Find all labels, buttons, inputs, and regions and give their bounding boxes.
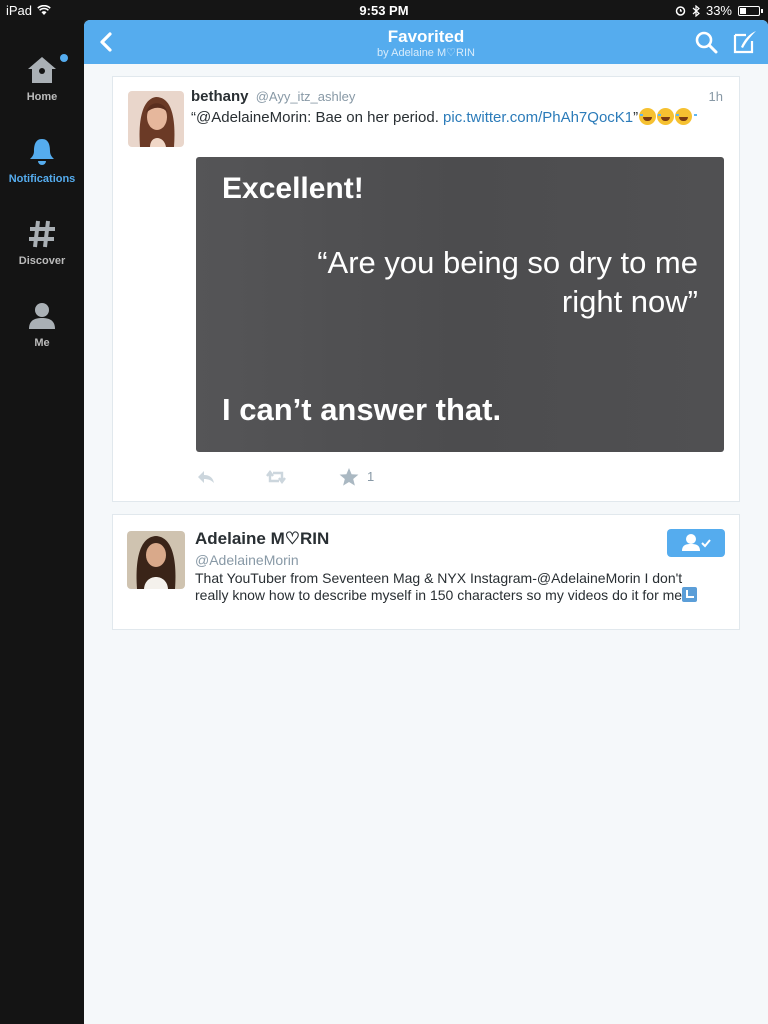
media-text-line: Excellent! [222, 172, 364, 205]
hashtag-icon [29, 220, 55, 248]
laughing-emoji-icon [675, 108, 698, 125]
tweet-timestamp: 1h [708, 89, 723, 104]
tweet-author-handle[interactable]: @Ayy_itz_ashley [256, 89, 356, 104]
media-text-line: “Are you being so dry to me right now” [317, 245, 698, 319]
avatar[interactable] [127, 531, 185, 589]
tweet-text-end: ” [633, 109, 639, 126]
page-title: Favorited [387, 27, 465, 46]
user-card[interactable]: Adelaine M♡RIN @AdelaineMorin That YouTu… [112, 514, 740, 630]
bell-icon [30, 139, 54, 165]
sidebar: Home Notifications Discover Me [0, 20, 84, 1024]
tweet-text-body: “@AdelaineMorin: Bae on her period. [191, 109, 444, 126]
sidebar-item-discover[interactable]: Discover [0, 218, 84, 267]
status-right: 33% [675, 3, 763, 18]
sidebar-item-label: Discover [18, 255, 66, 267]
favorite-count: 1 [367, 469, 375, 484]
alarm-icon [675, 6, 686, 16]
reply-icon[interactable] [195, 467, 217, 487]
sidebar-item-home[interactable]: Home [0, 54, 84, 103]
status-time: 9:53 PM [359, 3, 409, 18]
following-user-icon [682, 534, 711, 551]
profile-bio-text: That YouTuber from Seventeen Mag & NYX I… [195, 570, 683, 603]
retweet-icon[interactable] [265, 467, 287, 487]
profile-name[interactable]: Adelaine M♡RIN [195, 529, 329, 549]
arrow-emoji-icon [682, 587, 698, 602]
favorite-star-icon[interactable] [338, 467, 360, 487]
sidebar-item-notifications[interactable]: Notifications [0, 136, 84, 185]
bluetooth-icon [692, 4, 700, 17]
home-icon [28, 57, 56, 83]
notification-badge [60, 54, 68, 62]
status-bar: iPad 9:53 PM 33% [0, 0, 768, 20]
sidebar-item-me[interactable]: Me [0, 300, 84, 349]
tweet-media-image[interactable]: Excellent! “Are you being so dry to me r… [196, 157, 724, 452]
sidebar-item-label: Home [26, 91, 58, 103]
compose-icon[interactable] [732, 29, 758, 55]
sidebar-item-label: Me [34, 337, 50, 349]
laughing-emoji-icon [657, 108, 680, 125]
battery-percent: 33% [705, 3, 732, 18]
person-icon [29, 303, 55, 329]
tweet-header: bethany @Ayy_itz_ashley [191, 88, 355, 105]
profile-bio: That YouTuber from Seventeen Mag & NYX I… [195, 570, 715, 604]
following-button[interactable] [667, 529, 725, 557]
tweet-text: “@AdelaineMorin: Bae on her period. pic.… [191, 108, 721, 127]
media-text-line: I can’t answer that. [222, 392, 502, 427]
search-icon[interactable] [694, 30, 718, 54]
profile-handle[interactable]: @AdelaineMorin [195, 552, 299, 568]
avatar[interactable] [128, 91, 184, 147]
battery-icon [738, 5, 763, 16]
page-subtitle: by Adelaine M♡RIN [377, 47, 475, 59]
tweet-link[interactable]: pic.twitter.com/PhAh7QocK1 [443, 109, 633, 126]
sidebar-item-label: Notifications [8, 173, 76, 185]
header-bar: Favorited by Adelaine M♡RIN [84, 20, 768, 64]
laughing-emoji-icon [639, 108, 662, 125]
tweet-card[interactable]: bethany @Ayy_itz_ashley 1h “@AdelaineMor… [112, 76, 740, 502]
tweet-author-name[interactable]: bethany [191, 88, 249, 105]
main-panel: Favorited by Adelaine M♡RIN bethany @Ayy… [84, 20, 768, 1024]
